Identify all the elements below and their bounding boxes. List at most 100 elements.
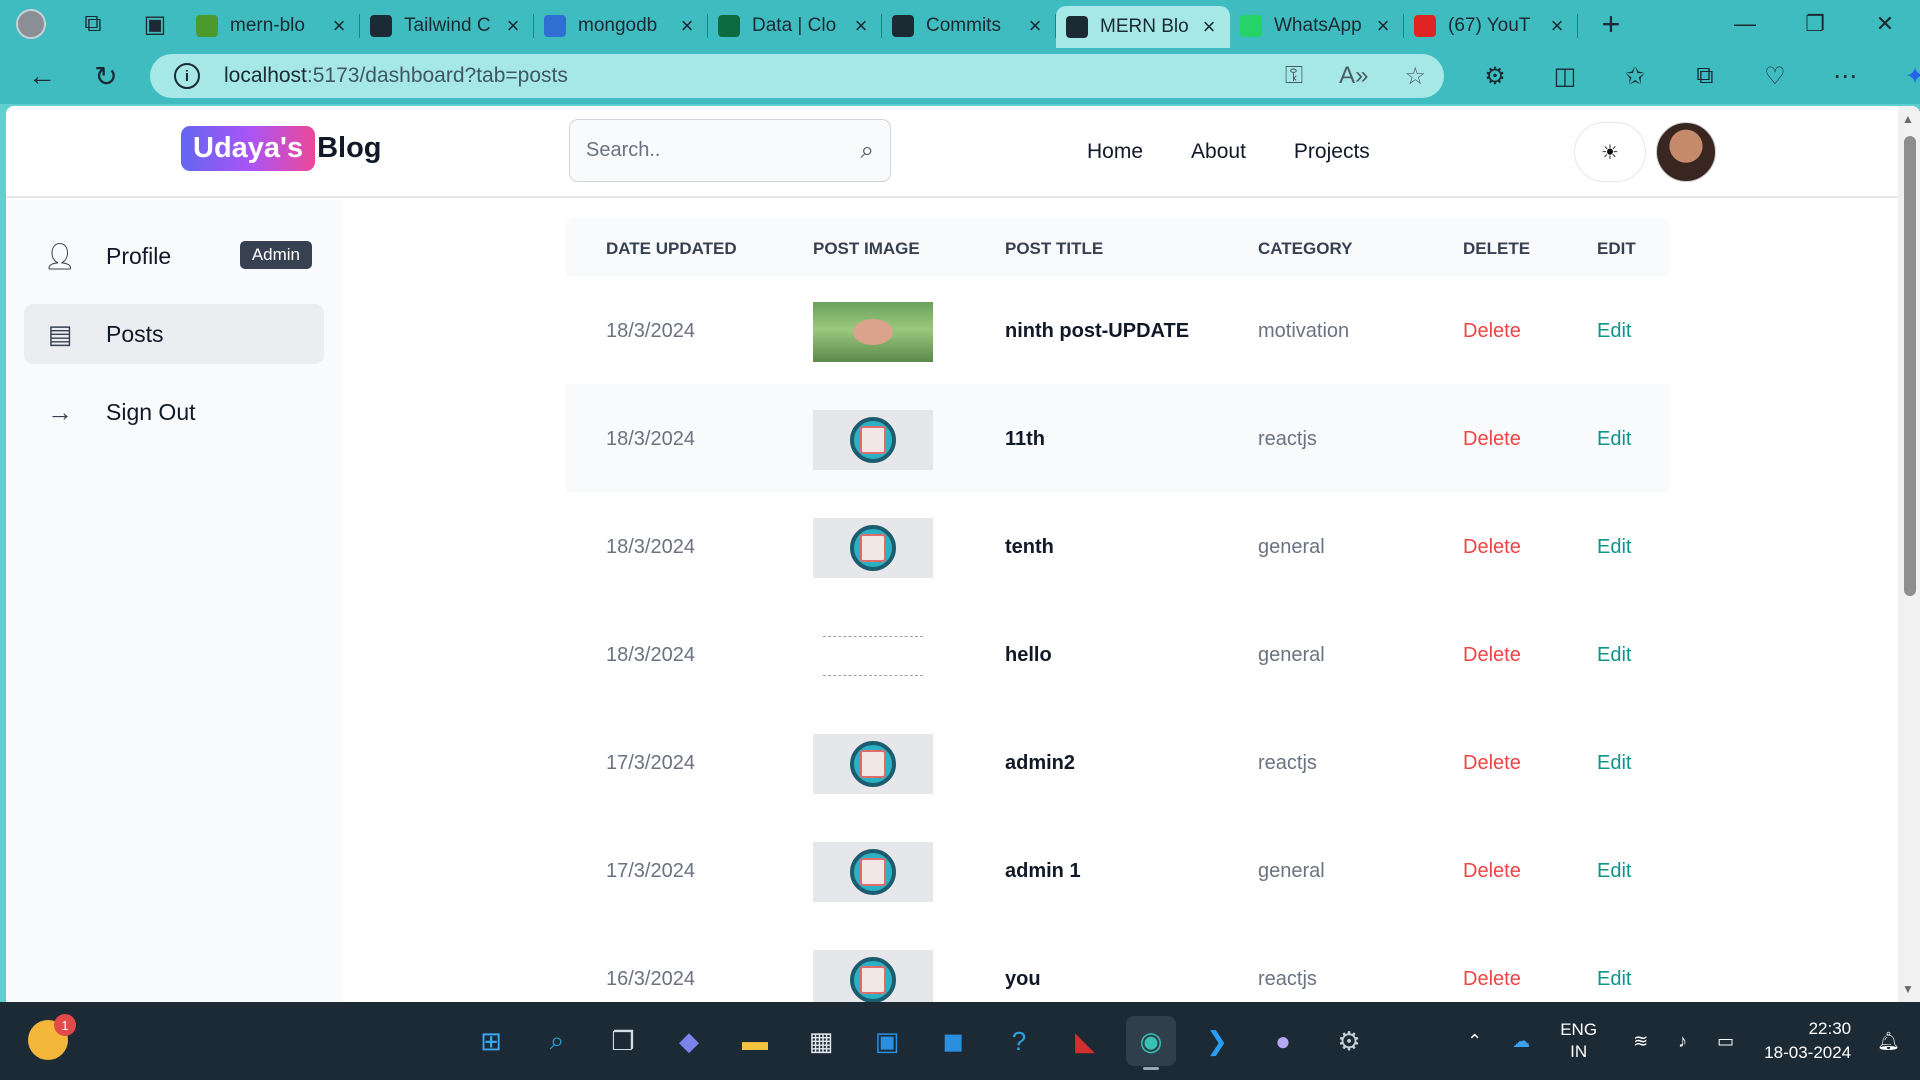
- post-title-link[interactable]: you: [1005, 968, 1041, 991]
- search-input[interactable]: Search..: [586, 139, 861, 162]
- post-title-link[interactable]: tenth: [1005, 536, 1054, 559]
- delete-post-button[interactable]: Delete: [1463, 428, 1521, 451]
- edit-post-link[interactable]: Edit: [1597, 428, 1631, 451]
- close-tab-icon[interactable]: ×: [328, 13, 350, 39]
- copilot-icon[interactable]: ✦: [1880, 62, 1920, 91]
- browser-tab[interactable]: mern-blo ×: [186, 6, 360, 46]
- restore-button[interactable]: ❐: [1780, 0, 1850, 48]
- settings-icon[interactable]: ⚙: [1324, 1016, 1374, 1066]
- page-scrollbar[interactable]: ▲ ▼: [1898, 106, 1920, 1002]
- browser-profile-button[interactable]: [0, 0, 62, 48]
- edit-post-link[interactable]: Edit: [1597, 968, 1631, 991]
- notifications-bell-icon[interactable]: 🔔︎: [1877, 1031, 1900, 1052]
- delete-post-button[interactable]: Delete: [1463, 968, 1521, 991]
- address-bar[interactable]: i localhost:5173/dashboard?tab=posts ⚿ A…: [150, 54, 1444, 98]
- post-image[interactable]: [813, 518, 933, 578]
- edit-post-link[interactable]: Edit: [1597, 320, 1631, 343]
- clock[interactable]: 22:30 18-03-2024: [1764, 1017, 1851, 1065]
- edit-post-link[interactable]: Edit: [1597, 752, 1631, 775]
- edit-post-link[interactable]: Edit: [1597, 860, 1631, 883]
- collections-icon[interactable]: ⧉: [1670, 62, 1740, 90]
- browser-tab[interactable]: Tailwind C ×: [360, 6, 534, 46]
- store-icon[interactable]: ▦: [796, 1016, 846, 1066]
- close-tab-icon[interactable]: ×: [1198, 14, 1220, 40]
- delete-post-button[interactable]: Delete: [1463, 644, 1521, 667]
- app-installer-icon[interactable]: ▣: [862, 1016, 912, 1066]
- browser-tab[interactable]: Commits ×: [882, 6, 1056, 46]
- post-image[interactable]: [813, 410, 933, 470]
- theme-toggle-button[interactable]: ☀: [1574, 122, 1646, 182]
- file-explorer-icon[interactable]: ▬: [730, 1016, 780, 1066]
- post-title-link[interactable]: admin 1: [1005, 860, 1081, 883]
- start-menu-icon[interactable]: ⊞: [466, 1016, 516, 1066]
- user-avatar[interactable]: [1656, 122, 1716, 182]
- language-indicator[interactable]: ENG IN: [1560, 1019, 1597, 1063]
- nav-about[interactable]: About: [1191, 140, 1246, 164]
- post-title-link[interactable]: hello: [1005, 644, 1052, 667]
- search-taskbar-icon[interactable]: ⌕: [532, 1016, 582, 1066]
- show-hidden-icons-icon[interactable]: ⌃: [1467, 1031, 1482, 1052]
- close-tab-icon[interactable]: ×: [1372, 13, 1394, 39]
- scroll-up-icon[interactable]: ▲: [1902, 112, 1914, 126]
- url-text[interactable]: localhost:5173/dashboard?tab=posts: [224, 64, 568, 88]
- close-tab-icon[interactable]: ×: [502, 13, 524, 39]
- vscode-icon[interactable]: ❯: [1192, 1016, 1242, 1066]
- delete-post-button[interactable]: Delete: [1463, 860, 1521, 883]
- sidebar-item-profile[interactable]: 👤︎ Profile Admin: [24, 226, 324, 286]
- task-view-icon[interactable]: ❐: [598, 1016, 648, 1066]
- browser-essentials-icon[interactable]: ♡: [1740, 62, 1810, 91]
- refresh-button[interactable]: ↻: [74, 52, 138, 100]
- search-icon[interactable]: ⌕: [861, 137, 874, 165]
- delete-post-button[interactable]: Delete: [1463, 752, 1521, 775]
- site-logo[interactable]: Udaya's Blog: [181, 126, 382, 171]
- scrollbar-thumb[interactable]: [1904, 136, 1916, 596]
- help-icon[interactable]: ?: [994, 1016, 1044, 1066]
- read-aloud-icon[interactable]: A»: [1339, 62, 1368, 91]
- widgets-button[interactable]: 1: [28, 1014, 76, 1060]
- delete-post-button[interactable]: Delete: [1463, 320, 1521, 343]
- teams-chat-icon[interactable]: ◆: [664, 1016, 714, 1066]
- key-icon[interactable]: ⚿: [1285, 62, 1303, 91]
- back-button[interactable]: ←: [10, 52, 74, 100]
- more-menu-icon[interactable]: ⋯: [1810, 62, 1880, 91]
- delete-post-button[interactable]: Delete: [1463, 536, 1521, 559]
- edge-browser-icon[interactable]: ◉: [1126, 1016, 1176, 1070]
- new-tab-button[interactable]: +: [1586, 6, 1636, 43]
- tab-actions-icon[interactable]: ▣: [124, 0, 186, 48]
- browser-tab[interactable]: MERN Blo ×: [1056, 6, 1230, 48]
- post-image[interactable]: [813, 734, 933, 794]
- search-box[interactable]: Search.. ⌕: [569, 119, 891, 182]
- post-image[interactable]: [813, 302, 933, 362]
- edit-post-link[interactable]: Edit: [1597, 536, 1631, 559]
- browser-tab[interactable]: Data | Clo ×: [708, 6, 882, 46]
- minimize-button[interactable]: —: [1710, 0, 1780, 48]
- sidebar-item-posts[interactable]: ▤ Posts: [24, 304, 324, 364]
- scroll-down-icon[interactable]: ▼: [1902, 982, 1914, 996]
- post-title-link[interactable]: 11th: [1005, 428, 1045, 451]
- browser-tab[interactable]: WhatsApp ×: [1230, 6, 1404, 46]
- split-screen-icon[interactable]: ◫: [1530, 62, 1600, 91]
- mcafee-icon[interactable]: ◣: [1060, 1016, 1110, 1066]
- close-window-button[interactable]: ✕: [1850, 0, 1920, 48]
- post-image[interactable]: [813, 626, 933, 686]
- sidebar-item-sign-out[interactable]: → Sign Out: [24, 382, 324, 442]
- browser-tab[interactable]: (67) YouT ×: [1404, 6, 1578, 46]
- close-tab-icon[interactable]: ×: [850, 13, 872, 39]
- onedrive-icon[interactable]: ☁: [1512, 1031, 1530, 1052]
- workspaces-icon[interactable]: ⧉: [62, 0, 124, 48]
- volume-icon[interactable]: ♪: [1678, 1031, 1687, 1052]
- close-tab-icon[interactable]: ×: [676, 13, 698, 39]
- post-title-link[interactable]: ninth post-UPDATE: [1005, 320, 1189, 343]
- favorite-star-icon[interactable]: ☆: [1404, 62, 1426, 91]
- battery-icon[interactable]: ▭: [1717, 1031, 1734, 1052]
- close-tab-icon[interactable]: ×: [1546, 13, 1568, 39]
- edit-post-link[interactable]: Edit: [1597, 644, 1631, 667]
- nav-home[interactable]: Home: [1087, 140, 1143, 164]
- obs-icon[interactable]: ●: [1258, 1016, 1308, 1066]
- favorites-icon[interactable]: ✩: [1600, 62, 1670, 91]
- myhp-icon[interactable]: ◼: [928, 1016, 978, 1066]
- nav-projects[interactable]: Projects: [1294, 140, 1370, 164]
- post-title-link[interactable]: admin2: [1005, 752, 1075, 775]
- post-image[interactable]: [813, 950, 933, 1002]
- extensions-icon[interactable]: ⚙: [1460, 62, 1530, 91]
